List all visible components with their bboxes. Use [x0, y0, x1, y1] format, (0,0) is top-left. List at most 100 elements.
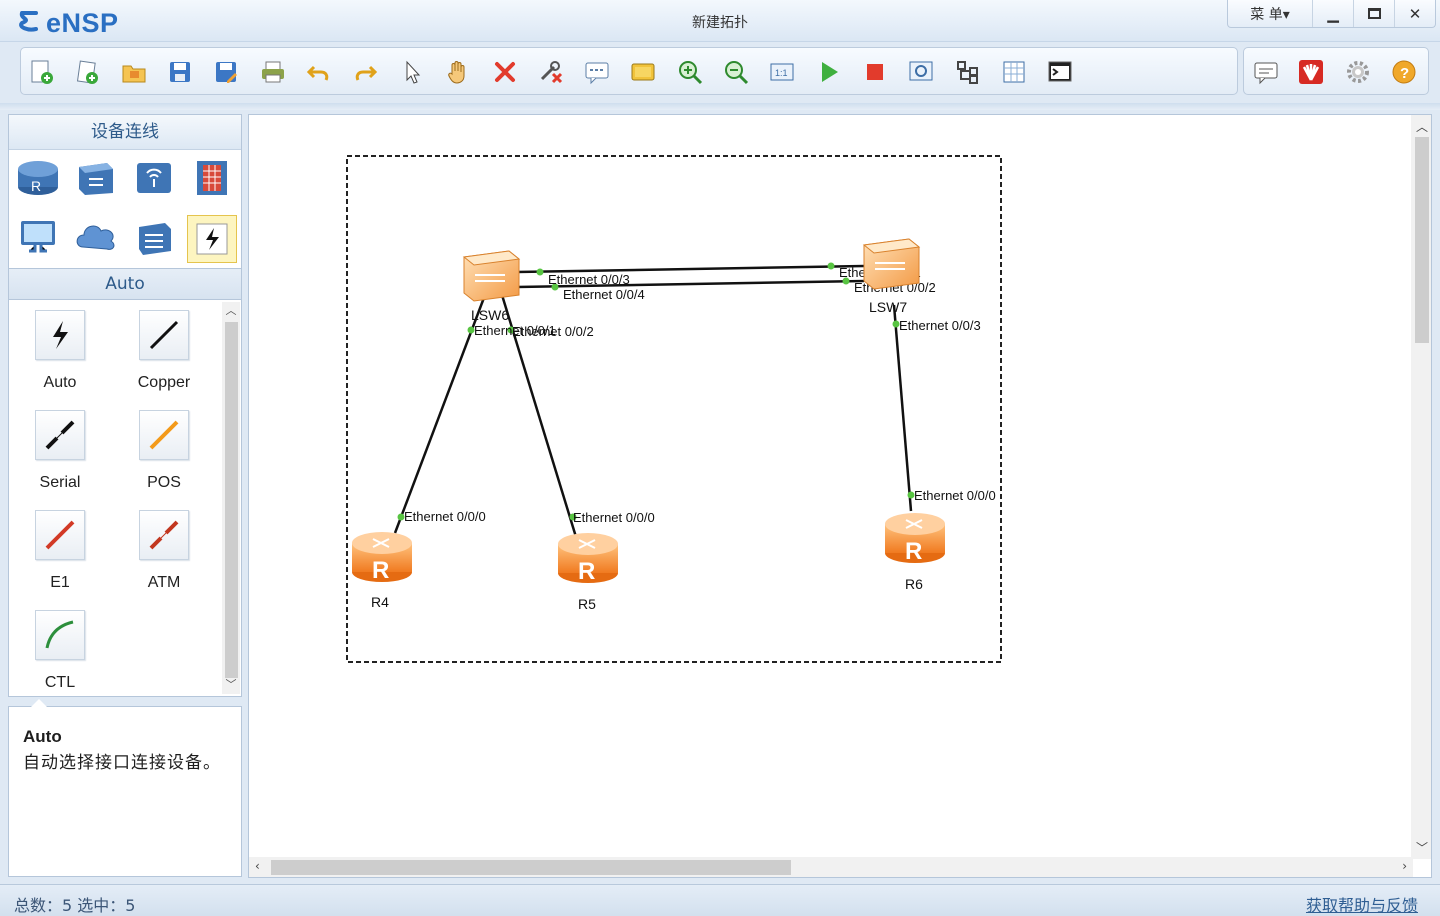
new-topology-icon[interactable] [27, 58, 55, 86]
scroll-left-icon[interactable]: ‹ [255, 859, 260, 873]
close-icon: ✕ [1408, 4, 1422, 23]
description-text: 自动选择接口连接设备。 [23, 753, 221, 773]
svg-text:R: R [905, 538, 922, 565]
cable-label: CTL [44, 674, 76, 691]
cable-label: Serial [39, 474, 81, 491]
firewall-category-icon[interactable] [187, 153, 237, 201]
device-label: R5 [578, 596, 596, 612]
cable-category-icon[interactable] [187, 215, 237, 263]
new-example-icon[interactable] [73, 58, 101, 86]
serial-cable-icon [35, 410, 85, 460]
scroll-down-icon[interactable]: ﹀ [1416, 839, 1428, 856]
cable-auto[interactable]: Auto [10, 310, 110, 392]
cable-ctl[interactable]: CTL [10, 610, 110, 692]
fit-view-icon[interactable]: 1:1 [768, 58, 796, 86]
link-lsw7-r6[interactable] [892, 304, 913, 512]
cable-label: Copper [137, 374, 191, 391]
menu-button[interactable]: 菜 单▾ [1228, 0, 1312, 27]
help-feedback-link[interactable]: 获取帮助与反馈 [1306, 892, 1418, 916]
topology-canvas[interactable]: Ethernet 0/0/3 Ethernet 0/0/4 Ethernet 0… [248, 114, 1432, 878]
device-label: LSW6 [471, 307, 509, 323]
router-r6[interactable]: R R6 [885, 513, 945, 592]
grid-icon[interactable] [1000, 58, 1028, 86]
router-r5[interactable]: R R5 [558, 533, 618, 612]
minimize-icon: ▁ [1327, 4, 1339, 23]
cable-list-scrollbar[interactable]: ︿ ﹀ [222, 302, 240, 694]
topology-tree-icon[interactable] [954, 58, 982, 86]
copper-cable-icon [139, 310, 189, 360]
select-pointer-icon[interactable] [398, 58, 426, 86]
pan-hand-icon[interactable] [444, 58, 472, 86]
message-icon[interactable] [1252, 58, 1280, 86]
canvas-vertical-scrollbar[interactable]: ︿ ﹀ [1411, 115, 1431, 859]
zoom-out-icon[interactable] [722, 58, 750, 86]
scroll-up-icon[interactable]: ︿ [1416, 118, 1428, 135]
device-panel-title: 设备连线 [9, 115, 241, 150]
text-note-icon[interactable] [583, 58, 611, 86]
window-title: 新建拓扑 [692, 15, 748, 31]
topology-drawing[interactable]: Ethernet 0/0/3 Ethernet 0/0/4 Ethernet 0… [249, 115, 1413, 859]
scroll-right-icon[interactable]: › [1402, 859, 1407, 873]
scrollbar-thumb[interactable] [225, 322, 238, 678]
switch-lsw7[interactable]: LSW7 [862, 238, 921, 315]
undo-icon[interactable] [305, 58, 333, 86]
pc-category-icon[interactable] [13, 213, 63, 261]
scrollbar-thumb[interactable] [1415, 137, 1429, 343]
svg-text:R: R [578, 558, 595, 585]
title-bar: eNSP 新建拓扑 菜 单▾ ▁ ✕ [0, 0, 1440, 42]
cable-atm[interactable]: ATM [114, 510, 214, 592]
delete-all-links-icon[interactable] [537, 58, 565, 86]
status-bar: 总数：5 选中：5 获取帮助与反馈 [0, 884, 1440, 916]
settings-gear-icon[interactable] [1344, 58, 1372, 86]
start-device-icon[interactable] [815, 58, 843, 86]
capture-icon[interactable] [907, 58, 935, 86]
help-icon[interactable]: ? [1390, 58, 1418, 86]
delete-icon[interactable] [491, 58, 519, 86]
print-icon[interactable] [259, 58, 287, 86]
port-label: Ethernet 0/0/0 [573, 510, 655, 525]
minimize-button[interactable]: ▁ [1312, 0, 1353, 27]
switch-category-icon[interactable] [71, 153, 121, 201]
svg-text:?: ? [1400, 65, 1409, 82]
cable-copper[interactable]: Copper [114, 310, 214, 392]
huawei-icon[interactable] [1297, 58, 1325, 86]
cable-pos[interactable]: POS [114, 410, 214, 492]
maximize-button[interactable] [1353, 0, 1394, 27]
port-label: Ethernet 0/0/0 [914, 488, 996, 503]
cable-serial[interactable]: Serial [10, 410, 110, 492]
close-button[interactable]: ✕ [1394, 0, 1435, 27]
scroll-down-icon[interactable]: ﹀ [225, 678, 237, 692]
router-r4[interactable]: R R4 [352, 532, 412, 610]
save-icon[interactable] [166, 58, 194, 86]
port-label: Ethernet 0/0/0 [404, 509, 486, 524]
secondary-toolbar: ? [1243, 47, 1429, 95]
port-label: Ethernet 0/0/3 [899, 318, 981, 333]
scrollbar-thumb[interactable] [271, 860, 791, 875]
cloud-category-icon[interactable] [71, 213, 121, 261]
device-label: R4 [371, 594, 389, 610]
palette-icon[interactable] [629, 58, 657, 86]
stop-device-icon[interactable] [861, 58, 889, 86]
cable-label: Auto [43, 374, 77, 391]
ctl-cable-icon [35, 610, 85, 660]
port-label: Ethernet 0/0/4 [563, 287, 645, 302]
wireless-category-icon[interactable] [129, 153, 179, 201]
save-as-icon[interactable] [212, 58, 240, 86]
redo-icon[interactable] [351, 58, 379, 86]
open-icon[interactable] [120, 58, 148, 86]
router-category-icon[interactable]: R [13, 153, 63, 201]
console-icon[interactable] [1046, 58, 1074, 86]
status-counts: 总数：5 选中：5 [14, 896, 136, 915]
e1-cable-icon [35, 510, 85, 560]
port-label: Ethernet 0/0/2 [512, 324, 594, 339]
other-device-category-icon[interactable] [129, 213, 179, 261]
canvas-horizontal-scrollbar[interactable]: ‹ › [249, 857, 1413, 877]
cable-label: ATM [147, 574, 181, 591]
cable-e1[interactable]: E1 [10, 510, 110, 592]
cable-list: Auto Copper Serial POS E1 ATM CTL ︿ ﹀ [8, 300, 242, 697]
switch-lsw6[interactable]: LSW6 [462, 250, 521, 323]
zoom-in-icon[interactable] [676, 58, 704, 86]
svg-text:R: R [372, 557, 389, 584]
scroll-up-icon[interactable]: ︿ [225, 304, 237, 318]
auto-cable-icon [35, 310, 85, 360]
